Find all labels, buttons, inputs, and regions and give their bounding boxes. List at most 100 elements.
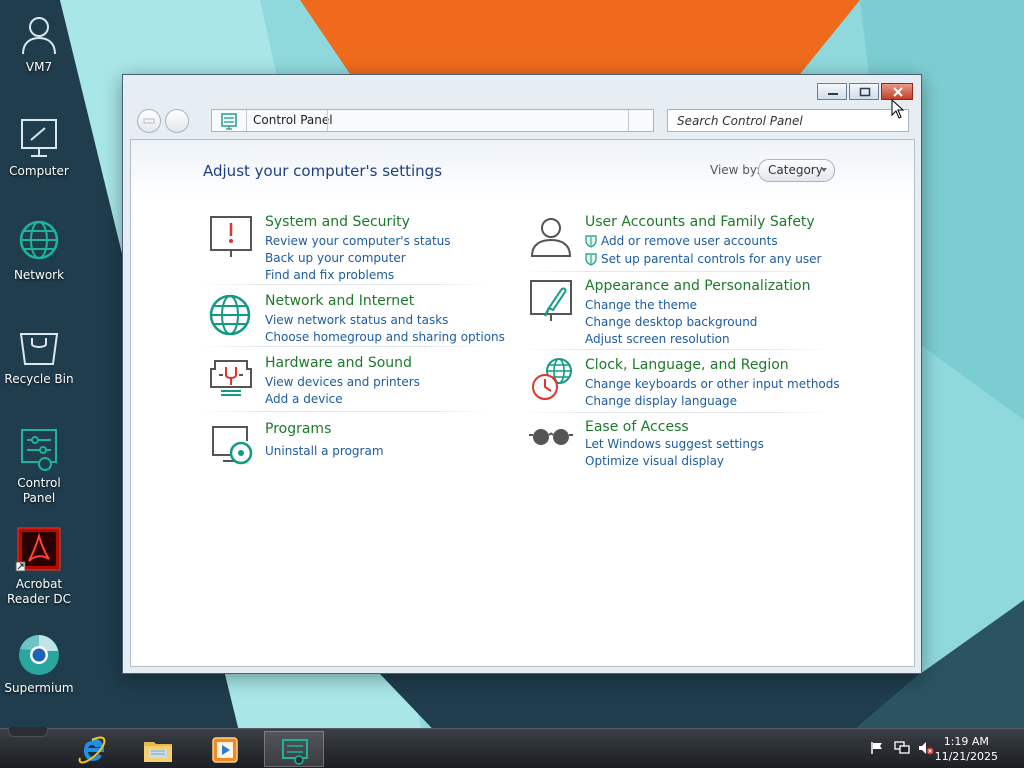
address-bar[interactable]: Control Panel (211, 109, 654, 132)
desktop-icon-label: Computer (9, 164, 69, 178)
link-change-desktop-background[interactable]: Change desktop background (585, 315, 757, 329)
programs-icon (212, 426, 253, 465)
taskbar-internet-explorer[interactable] (62, 731, 122, 767)
category-user-accounts: User Accounts and Family Safety Add or r… (529, 214, 849, 266)
desktop-icon-recycle-bin[interactable]: Recycle Bin (0, 322, 78, 387)
category-programs: Programs Uninstall a program (209, 421, 509, 469)
back-button[interactable] (137, 109, 161, 133)
user-accounts-icon (530, 218, 572, 257)
maximize-button[interactable] (849, 83, 879, 100)
search-box[interactable] (667, 109, 909, 132)
maximize-icon (859, 87, 871, 97)
action-center-flag-icon[interactable] (870, 741, 884, 755)
category-title-user-accounts[interactable]: User Accounts and Family Safety (585, 214, 815, 230)
link-add-remove-accounts[interactable]: Add or remove user accounts (585, 234, 778, 248)
category-divider (201, 411, 491, 412)
taskbar-media-player[interactable] (195, 731, 255, 767)
desktop-icon-network[interactable]: Network (0, 218, 78, 283)
link-view-network-status[interactable]: View network status and tasks (265, 313, 448, 327)
clock-language-icon (532, 358, 572, 400)
link-back-up-computer[interactable]: Back up your computer (265, 251, 406, 265)
network-internet-icon (209, 294, 251, 336)
category-title-network-internet[interactable]: Network and Internet (265, 293, 414, 309)
supermium-browser-icon (19, 635, 59, 675)
desktop-icon-label: Control Panel (17, 476, 61, 505)
desktop-icon-vm7[interactable]: VM7 (0, 10, 78, 75)
main-content: Adjust your computer's settings View by:… (130, 139, 915, 667)
link-parental-controls[interactable]: Set up parental controls for any user (585, 252, 821, 266)
window-controls (817, 83, 913, 100)
link-change-keyboards[interactable]: Change keyboards or other input methods (585, 377, 840, 391)
system-clock[interactable]: 1:19 AM 11/21/2025 (935, 734, 998, 764)
minimize-icon (828, 93, 838, 95)
category-title-ease-of-access[interactable]: Ease of Access (585, 419, 689, 435)
ease-of-access-icon (529, 429, 573, 445)
view-by-value: Category (768, 163, 823, 177)
internet-explorer-icon (78, 736, 106, 764)
link-view-devices-printers[interactable]: View devices and printers (265, 375, 420, 389)
search-input[interactable] (668, 110, 908, 131)
view-by-dropdown[interactable]: Category (758, 159, 835, 182)
link-uninstall-program[interactable]: Uninstall a program (265, 444, 384, 458)
control-panel-icon (21, 429, 57, 471)
category-title-clock-language[interactable]: Clock, Language, and Region (585, 357, 789, 373)
link-add-device[interactable]: Add a device (265, 392, 343, 406)
back-arrow-icon (143, 118, 155, 124)
taskbar-control-panel[interactable] (264, 731, 324, 767)
control-panel-window[interactable]: Control Panel Adjust your computer's set… (122, 74, 922, 674)
breadcrumb-control-panel[interactable]: Control Panel (253, 113, 333, 127)
forward-button[interactable] (165, 109, 189, 133)
link-windows-suggest-settings[interactable]: Let Windows suggest settings (585, 437, 764, 451)
user-icon (22, 17, 56, 55)
category-appearance: Appearance and Personalization Change th… (529, 278, 849, 346)
link-review-status[interactable]: Review your computer's status (265, 234, 451, 248)
category-divider (201, 346, 491, 347)
desktop-icon-computer[interactable]: Computer (0, 114, 78, 179)
link-adjust-screen-resolution[interactable]: Adjust screen resolution (585, 332, 730, 346)
network-icon (19, 220, 59, 260)
media-player-icon (212, 737, 238, 763)
desktop-icon-label: VM7 (25, 60, 53, 74)
close-button[interactable] (881, 83, 913, 100)
category-network-internet: Network and Internet View network status… (209, 293, 529, 344)
desktop-icon-label: Supermium (4, 681, 74, 695)
hardware-sound-icon (210, 360, 252, 396)
navigation-bar: Control Panel (123, 107, 921, 137)
category-title-hardware-sound[interactable]: Hardware and Sound (265, 355, 412, 371)
link-find-fix-problems[interactable]: Find and fix problems (265, 268, 394, 282)
volume-muted-icon[interactable] (918, 741, 934, 755)
desktop-icon-label: Network (13, 268, 65, 282)
desktop-icon-supermium[interactable]: Supermium (0, 631, 78, 696)
network-status-icon[interactable] (894, 741, 910, 755)
system-security-icon (210, 216, 252, 257)
mouse-cursor-icon (891, 99, 905, 119)
address-separator (327, 110, 328, 131)
category-title-appearance[interactable]: Appearance and Personalization (585, 278, 810, 294)
shield-icon (585, 253, 597, 266)
desktop-icon-label: Acrobat Reader DC (7, 577, 71, 606)
desktop-icon-acrobat-reader[interactable]: Acrobat Reader DC (0, 527, 78, 607)
clock-date: 11/21/2025 (934, 750, 998, 763)
shield-icon (585, 235, 597, 248)
taskbar: 1:19 AM 11/21/2025 (0, 727, 1024, 768)
page-title: Adjust your computer's settings (203, 162, 443, 180)
address-dropdown-separator (628, 110, 629, 131)
link-change-theme[interactable]: Change the theme (585, 298, 697, 312)
link-homegroup-sharing[interactable]: Choose homegroup and sharing options (265, 330, 505, 344)
link-change-display-language[interactable]: Change display language (585, 394, 737, 408)
link-optimize-visual-display[interactable]: Optimize visual display (585, 454, 724, 468)
category-clock-language: Clock, Language, and Region Change keybo… (529, 357, 849, 408)
control-panel-icon (282, 739, 308, 765)
appearance-icon (530, 280, 572, 321)
category-hardware-sound: Hardware and Sound View devices and prin… (209, 355, 509, 406)
category-ease-of-access: Ease of Access Let Windows suggest setti… (529, 419, 849, 468)
link-add-remove-accounts-text: Add or remove user accounts (601, 234, 778, 248)
category-title-system-security[interactable]: System and Security (265, 214, 410, 230)
category-title-programs[interactable]: Programs (265, 421, 331, 437)
minimize-button[interactable] (817, 83, 847, 100)
desktop-icon-control-panel[interactable]: Control Panel (0, 426, 78, 506)
taskbar-file-explorer[interactable] (128, 731, 188, 767)
link-parental-controls-text: Set up parental controls for any user (601, 252, 822, 266)
clock-time: 1:19 AM (943, 735, 989, 748)
start-button[interactable] (8, 727, 48, 737)
